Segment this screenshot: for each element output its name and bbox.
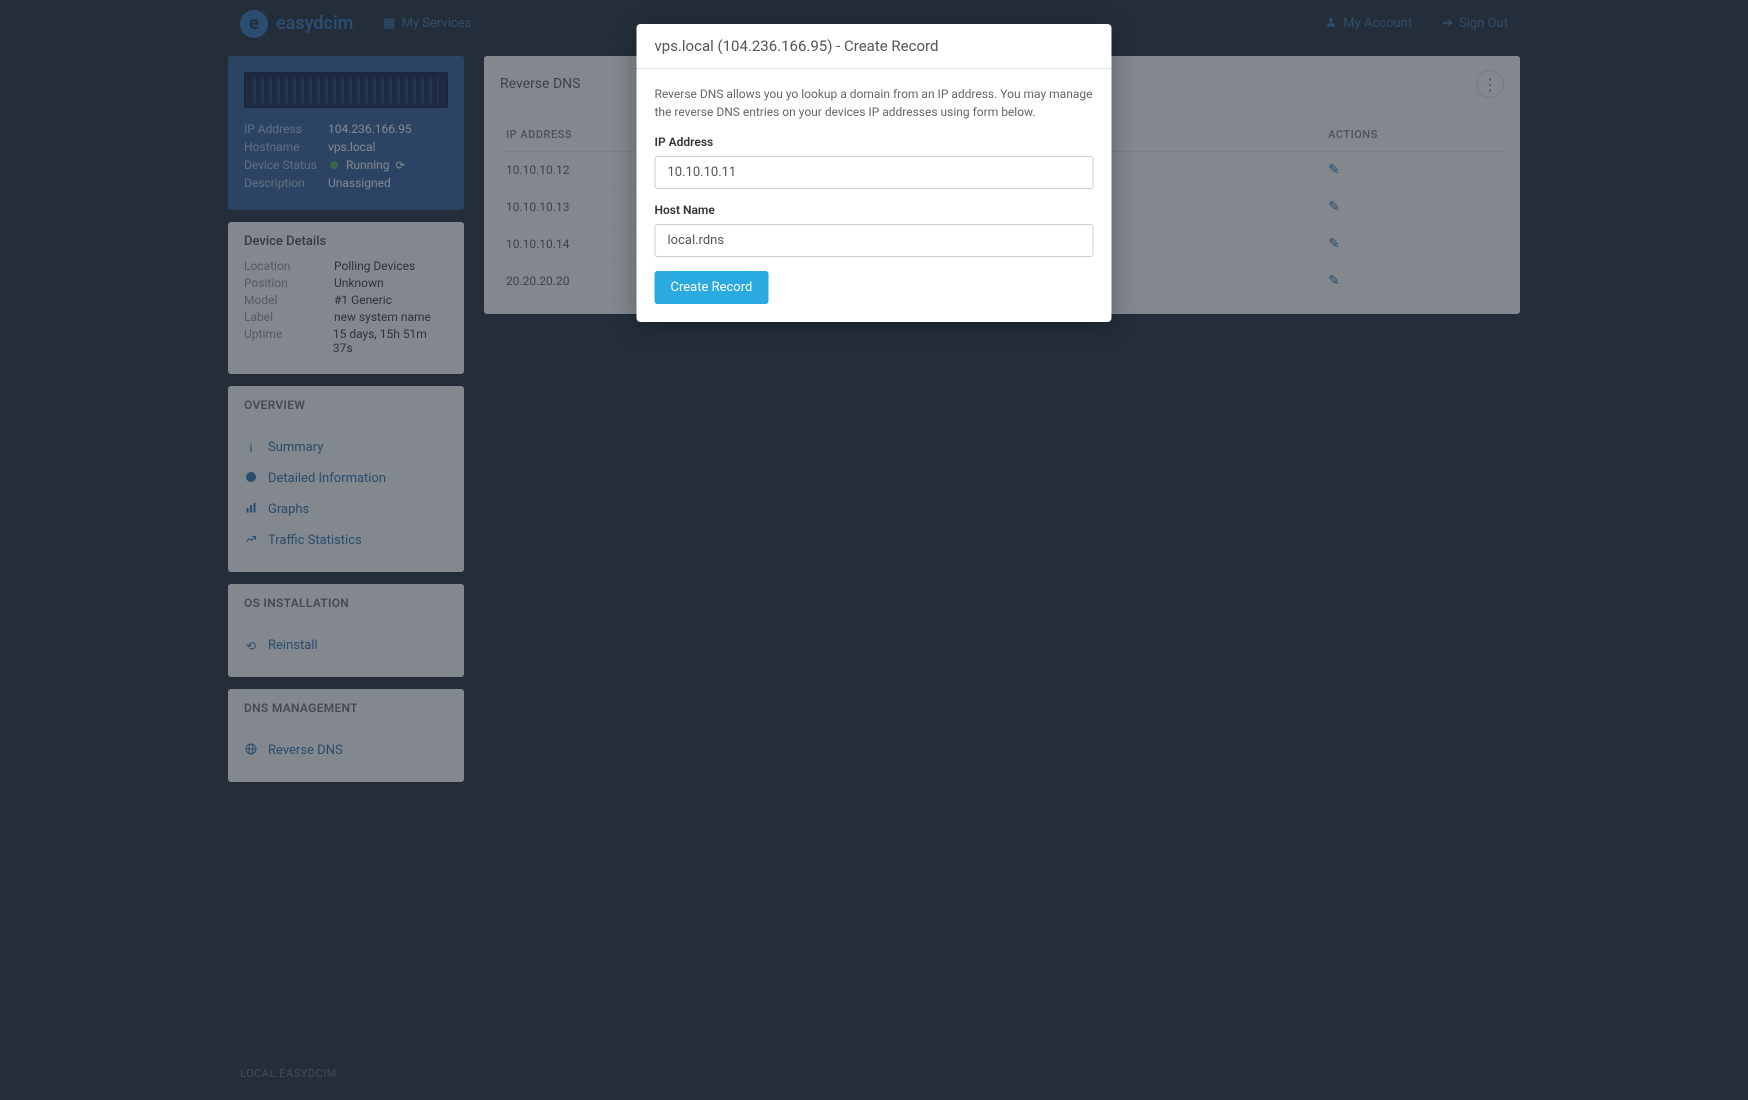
- create-record-button[interactable]: Create Record: [655, 271, 769, 304]
- host-name-input[interactable]: [655, 224, 1094, 257]
- ip-address-input[interactable]: [655, 156, 1094, 189]
- ip-label: IP Address: [655, 135, 1094, 149]
- modal-header: vps.local (104.236.166.95) - Create Reco…: [637, 24, 1112, 69]
- modal-body: Reverse DNS allows you yo lookup a domai…: [637, 69, 1112, 322]
- modal-title: vps.local (104.236.166.95) - Create Reco…: [655, 37, 1094, 55]
- create-record-modal: vps.local (104.236.166.95) - Create Reco…: [637, 24, 1112, 322]
- modal-description: Reverse DNS allows you yo lookup a domai…: [655, 85, 1094, 121]
- host-label: Host Name: [655, 203, 1094, 217]
